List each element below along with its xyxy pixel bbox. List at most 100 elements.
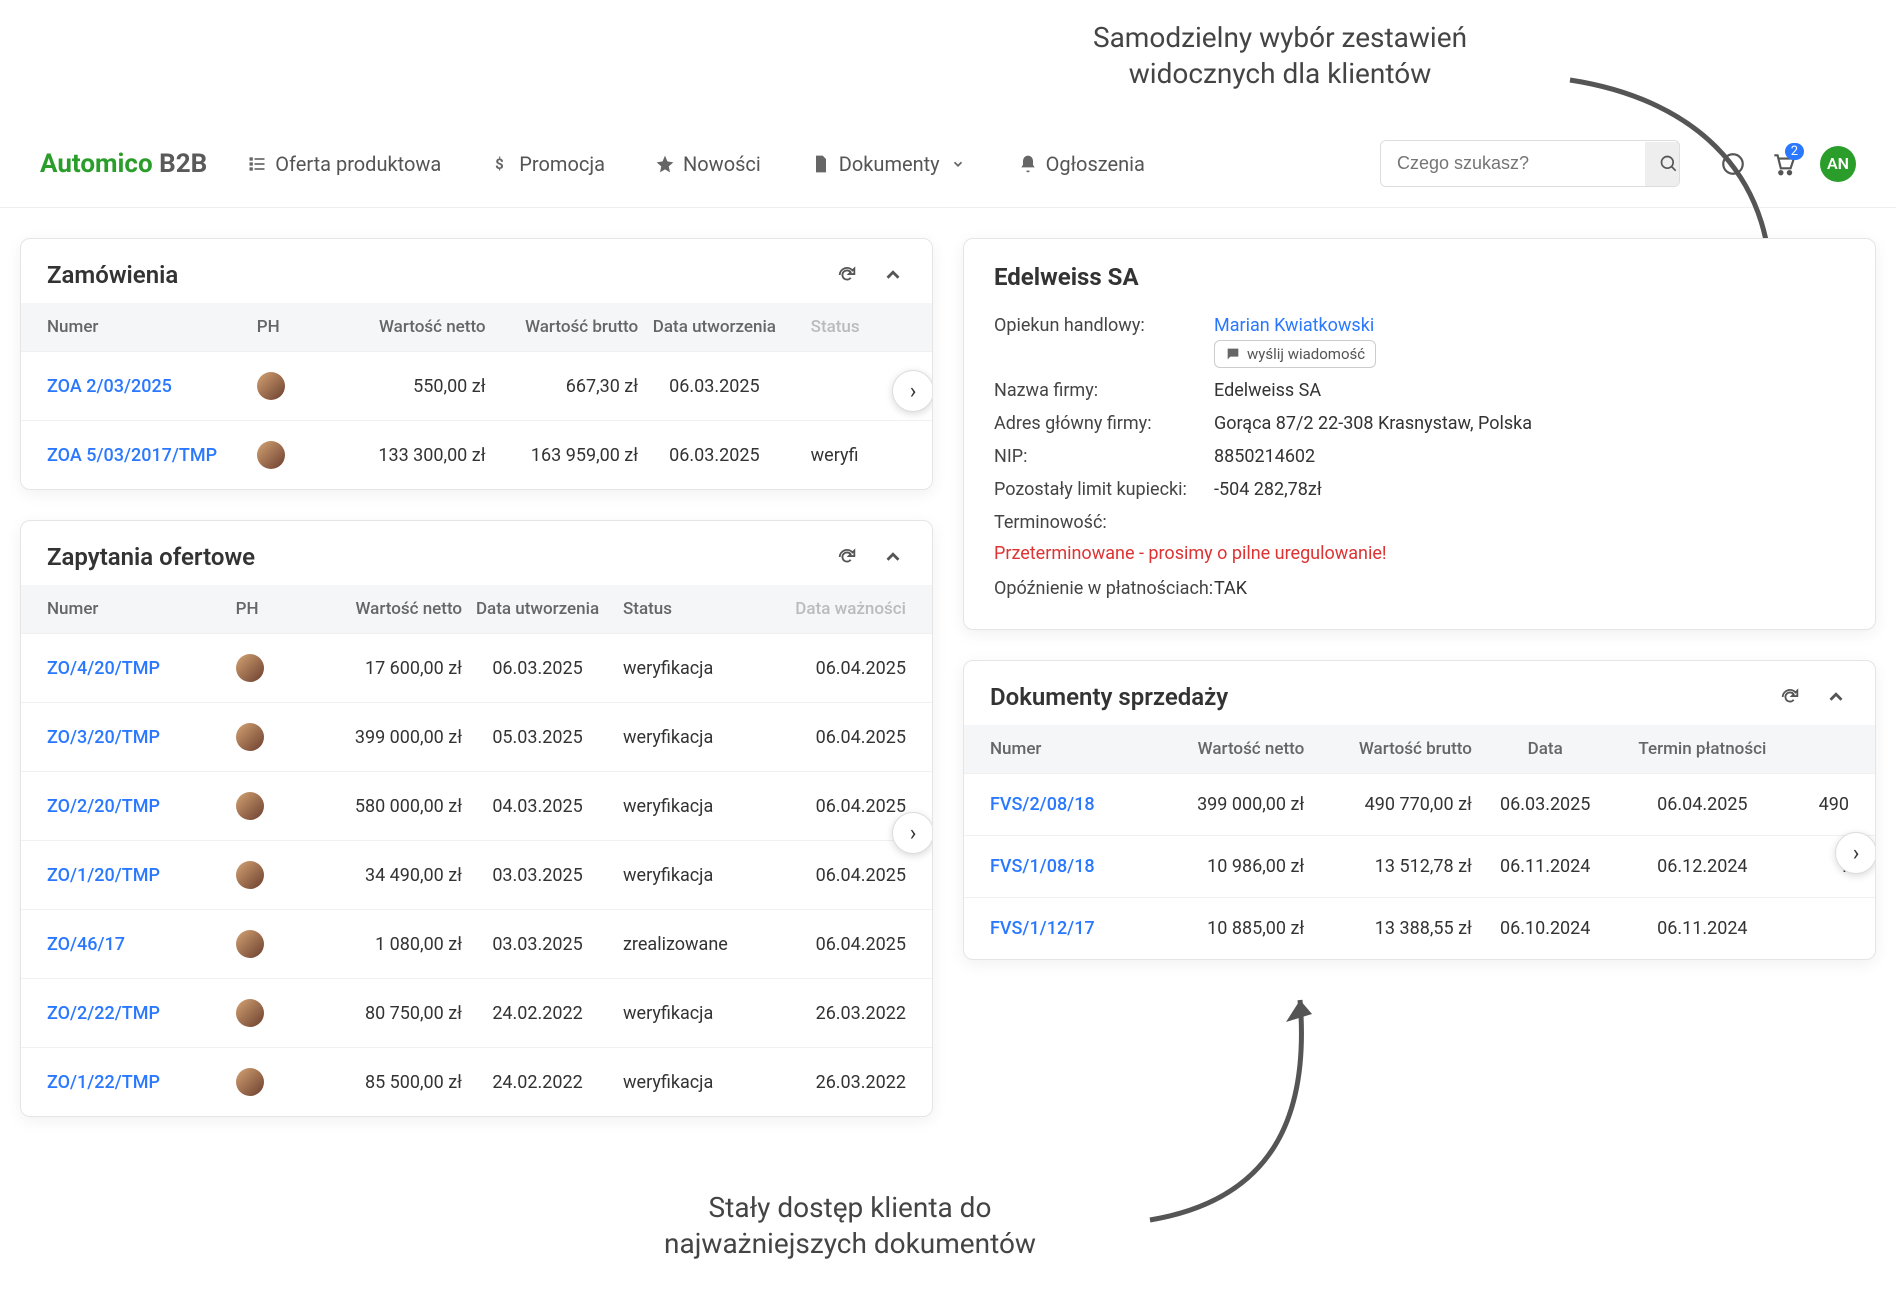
cell-status: weryfikacja	[613, 796, 774, 817]
cell-date: 03.03.2025	[462, 934, 613, 955]
order-link[interactable]: ZOA 5/03/2017/TMP	[47, 445, 217, 466]
col-due: Termin płatności	[1619, 739, 1787, 759]
sales-link[interactable]: FVS/1/12/17	[990, 918, 1095, 939]
col-extra	[1786, 739, 1849, 759]
avatar-icon	[236, 723, 264, 751]
nav-news-label: Nowości	[683, 152, 761, 176]
collapse-button[interactable]	[880, 262, 906, 288]
sales-link[interactable]: FVS/1/08/18	[990, 856, 1095, 877]
avatar-icon	[257, 441, 285, 469]
cart-button[interactable]: 2	[1770, 151, 1796, 177]
cell-date: 06.03.2025	[638, 376, 791, 397]
col-date: Data	[1472, 739, 1619, 759]
scroll-right-button[interactable]: ›	[1835, 832, 1876, 874]
refresh-button[interactable]	[834, 262, 860, 288]
sales-header-row: Numer Wartość netto Wartość brutto Data …	[964, 725, 1875, 773]
nav-promo[interactable]: $ Promocja	[491, 152, 605, 176]
val-term	[1214, 512, 1845, 533]
logo[interactable]: Automico B2B	[40, 149, 207, 179]
document-icon	[811, 154, 831, 174]
cell-status: weryfikacja	[613, 1072, 774, 1093]
col-net: Wartość netto	[292, 599, 462, 619]
list-icon	[247, 154, 267, 174]
refresh-icon	[836, 546, 858, 568]
cell-date: 24.02.2022	[462, 1072, 613, 1093]
label-limit: Pozostały limit kupiecki:	[994, 479, 1214, 500]
avatar[interactable]: AN	[1820, 146, 1856, 182]
sales-link[interactable]: FVS/2/08/18	[990, 794, 1095, 815]
col-number: Numer	[47, 317, 257, 337]
offer-link[interactable]: ZO/2/22/TMP	[47, 1003, 160, 1024]
table-row: ZO/2/20/TMP 580 000,00 zł 04.03.2025 wer…	[21, 771, 932, 840]
cell-gross: 490 770,00 zł	[1304, 794, 1472, 815]
avatar-icon	[257, 372, 285, 400]
orders-card: Zamówienia Numer PH Wartość netto Wartoś…	[20, 238, 933, 490]
cell-date: 03.03.2025	[462, 865, 613, 886]
cell-net: 550,00 zł	[333, 376, 486, 397]
nav-announcements-label: Ogłoszenia	[1046, 152, 1145, 176]
label-manager: Opiekun handlowy:	[994, 315, 1214, 368]
orders-header-row: Numer PH Wartość netto Wartość brutto Da…	[21, 303, 932, 351]
send-message-button[interactable]: wyślij wiadomość	[1214, 340, 1376, 368]
table-row: ZO/2/22/TMP 80 750,00 zł 24.02.2022 wery…	[21, 978, 932, 1047]
cell-due: 06.12.2024	[1619, 856, 1787, 877]
cell-net: 80 750,00 zł	[292, 1003, 462, 1024]
order-link[interactable]: ZOA 2/03/2025	[47, 376, 172, 397]
chevron-up-icon	[882, 264, 904, 286]
cell-net: 1 080,00 zł	[292, 934, 462, 955]
offer-link[interactable]: ZO/4/20/TMP	[47, 658, 160, 679]
cell-valid: 06.04.2025	[774, 796, 906, 817]
chat-icon[interactable]	[1720, 151, 1746, 177]
val-company-name: Edelweiss SA	[1214, 380, 1845, 401]
scroll-right-button[interactable]: ›	[892, 812, 933, 854]
cell-date: 04.03.2025	[462, 796, 613, 817]
search-button[interactable]	[1645, 142, 1680, 186]
chevron-up-icon	[1825, 686, 1847, 708]
col-net: Wartość netto	[333, 317, 486, 337]
offer-link[interactable]: ZO/46/17	[47, 934, 125, 955]
manager-link[interactable]: Marian Kwiatkowski	[1214, 315, 1374, 336]
star-icon	[655, 154, 675, 174]
col-gross: Wartość brutto	[486, 317, 639, 337]
label-address: Adres główny firmy:	[994, 413, 1214, 434]
nav-offer-label: Oferta produktowa	[275, 152, 441, 176]
val-address: Gorąca 87/2 22-308 Krasnystaw, Polska	[1214, 413, 1534, 434]
cell-valid: 06.04.2025	[774, 865, 906, 886]
scroll-right-button[interactable]: ›	[892, 370, 933, 412]
avatar-icon	[236, 792, 264, 820]
offer-link[interactable]: ZO/3/20/TMP	[47, 727, 160, 748]
nav-announcements[interactable]: Ogłoszenia	[1018, 152, 1145, 176]
refresh-button[interactable]	[834, 544, 860, 570]
nav-offer[interactable]: Oferta produktowa	[247, 152, 441, 176]
cell-valid: 06.04.2025	[774, 934, 906, 955]
refresh-icon	[836, 264, 858, 286]
chevron-down-icon	[948, 154, 968, 174]
nav-docs[interactable]: Dokumenty	[811, 152, 968, 176]
table-row: FVS/2/08/18 399 000,00 zł 490 770,00 zł …	[964, 773, 1875, 835]
cell-gross: 163 959,00 zł	[486, 445, 639, 466]
offer-link[interactable]: ZO/2/20/TMP	[47, 796, 160, 817]
collapse-button[interactable]	[880, 544, 906, 570]
offer-link[interactable]: ZO/1/22/TMP	[47, 1072, 160, 1093]
cell-due: 06.11.2024	[1619, 918, 1787, 939]
table-row: ZO/4/20/TMP 17 600,00 zł 06.03.2025 wery…	[21, 633, 932, 702]
nav-promo-label: Promocja	[519, 152, 605, 176]
sales-title: Dokumenty sprzedaży	[990, 683, 1228, 711]
annotation-top: Samodzielny wybór zestawieńwidocznych dl…	[980, 20, 1580, 93]
cell-status: weryfikacja	[613, 865, 774, 886]
avatar-icon	[236, 654, 264, 682]
col-date: Data utworzenia	[462, 599, 613, 619]
offer-link[interactable]: ZO/1/20/TMP	[47, 865, 160, 886]
avatar-icon	[236, 1068, 264, 1096]
table-row: ZO/1/20/TMP 34 490,00 zł 03.03.2025 wery…	[21, 840, 932, 909]
cell-gross: 13 512,78 zł	[1304, 856, 1472, 877]
search-box[interactable]	[1380, 140, 1680, 187]
nav-news[interactable]: Nowości	[655, 152, 761, 176]
search-input[interactable]	[1381, 141, 1645, 186]
dollar-icon: $	[491, 154, 511, 174]
refresh-button[interactable]	[1777, 684, 1803, 710]
nav-docs-label: Dokumenty	[839, 152, 940, 176]
collapse-button[interactable]	[1823, 684, 1849, 710]
chat-icon	[1225, 346, 1241, 362]
offers-title: Zapytania ofertowe	[47, 543, 255, 571]
